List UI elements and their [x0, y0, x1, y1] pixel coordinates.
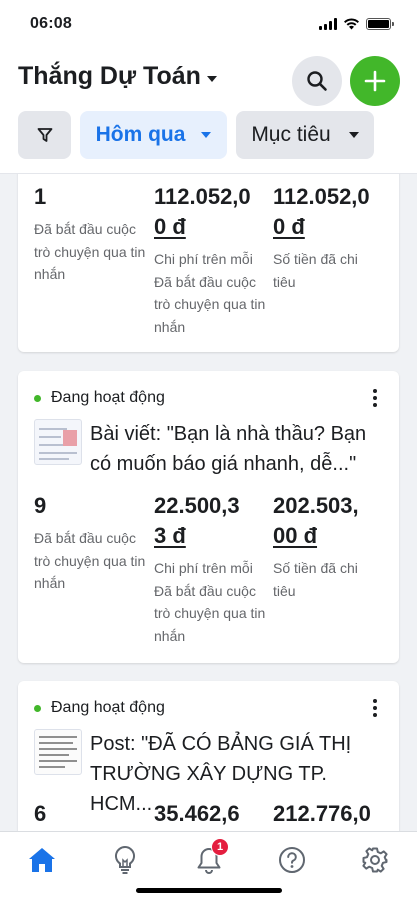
filter-bar: Hôm qua Mục tiêu — [18, 111, 374, 159]
amount-spent-metric: 212.776,0 — [273, 799, 383, 831]
cost-per-result-metric: 112.052,0 0 đ Chi phí trên mỗi Đã bắt đầu… — [154, 182, 273, 338]
nav-home[interactable] — [26, 844, 58, 876]
cost-per-result-metric: 35.462,6 — [154, 799, 273, 831]
results-metric: 1 Đã bắt đầu cuộc trò chuyện qua tin nhắ… — [34, 182, 154, 338]
amount-spent-label: Số tiền đã chi tiêu — [273, 560, 358, 599]
home-indicator — [136, 888, 282, 893]
post-thumbnail — [34, 419, 82, 465]
cost-per-result-value: 112.052,0 0 đ — [154, 184, 251, 239]
create-button[interactable] — [350, 56, 400, 106]
delivery-status: Đang hoạt động — [34, 699, 165, 717]
campaign-list[interactable]: 1 Đã bắt đầu cuộc trò chuyện qua tin nhắ… — [0, 174, 417, 831]
amount-spent-label: Số tiền đã chi tiêu — [273, 251, 358, 290]
more-options-icon[interactable] — [373, 699, 377, 717]
cost-per-result-label: Chi phí trên mỗi Đã bắt đầu cuộc trò chu… — [154, 251, 266, 335]
amount-spent-value: 112.052,0 0 đ — [273, 184, 370, 239]
objective-dropdown[interactable]: Mục tiêu — [236, 111, 374, 159]
settings-icon — [362, 847, 388, 873]
results-label: Đã bắt đầu cuộc trò chuyện qua tin nhắn — [34, 221, 146, 282]
search-icon — [307, 71, 327, 91]
account-name: Thắng Dự Toán — [18, 62, 201, 90]
active-status-dot-icon — [34, 704, 41, 712]
status-label: Đang hoạt động — [51, 389, 165, 406]
campaign-card[interactable]: Đang hoạt động Post: "ĐÃ CÓ BẢNG GIÁ THỊ… — [18, 681, 399, 831]
status-time: 06:08 — [30, 15, 72, 32]
status-icons — [319, 18, 394, 30]
active-status-dot-icon — [34, 394, 41, 402]
chevron-down-icon — [348, 132, 359, 138]
notification-badge: 1 — [211, 838, 229, 856]
home-icon — [29, 848, 55, 872]
nav-help[interactable] — [276, 844, 308, 876]
header: Thắng Dự Toán Hôm qua Mục tiêu — [0, 48, 417, 174]
amount-spent-value: 202.503, 00 đ — [273, 493, 359, 548]
results-metric: 6 — [34, 799, 154, 831]
campaign-card[interactable]: Đang hoạt động Bài viết: "Bạn là nhà thầ… — [18, 371, 399, 663]
amount-spent-metric: 202.503, 00 đ Số tiền đã chi tiêu — [273, 491, 383, 647]
results-value: 6 — [34, 801, 47, 826]
post-thumbnail — [34, 729, 82, 775]
cost-per-result-value: 35.462,6 — [154, 801, 240, 826]
status-label: Đang hoạt động — [51, 699, 165, 716]
nav-notifications[interactable]: 1 — [193, 838, 229, 876]
results-value: 1 — [34, 184, 47, 209]
help-icon — [279, 847, 305, 873]
results-label: Đã bắt đầu cuộc trò chuyện qua tin nhắn — [34, 530, 146, 591]
battery-icon — [366, 18, 394, 30]
more-options-icon[interactable] — [373, 389, 377, 407]
cost-per-result-value: 22.500,3 3 đ — [154, 493, 240, 548]
chevron-down-icon — [201, 132, 212, 138]
account-switcher[interactable]: Thắng Dự Toán — [18, 62, 217, 91]
search-button[interactable] — [292, 56, 342, 106]
filter-icon — [37, 128, 52, 142]
amount-spent-metric: 112.052,0 0 đ Số tiền đã chi tiêu — [273, 182, 383, 338]
cost-per-result-metric: 22.500,3 3 đ Chi phí trên mỗi Đã bắt đầu … — [154, 491, 273, 647]
objective-label: Mục tiêu — [251, 123, 331, 146]
nav-settings[interactable] — [359, 844, 391, 876]
cellular-signal-icon — [319, 18, 337, 30]
post-title[interactable]: Bài viết: "Bạn là nhà thầu? Bạn có muốn … — [90, 419, 380, 479]
date-range-dropdown[interactable]: Hôm qua — [80, 111, 227, 159]
date-range-label: Hôm qua — [95, 123, 186, 146]
wifi-icon — [344, 18, 359, 30]
results-metric: 9 Đã bắt đầu cuộc trò chuyện qua tin nhắ… — [34, 491, 154, 647]
amount-spent-value: 212.776,0 — [273, 801, 371, 826]
lightbulb-icon — [114, 845, 136, 874]
nav-recommendations[interactable] — [109, 844, 141, 876]
status-bar: 06:08 — [0, 0, 417, 48]
delivery-status: Đang hoạt động — [34, 389, 165, 407]
campaign-card[interactable]: 1 Đã bắt đầu cuộc trò chuyện qua tin nhắ… — [18, 174, 399, 352]
cost-per-result-label: Chi phí trên mỗi Đã bắt đầu cuộc trò chu… — [154, 560, 266, 644]
filter-button[interactable] — [18, 111, 71, 159]
plus-icon — [364, 70, 386, 92]
results-value: 9 — [34, 493, 47, 518]
caret-down-icon — [206, 75, 217, 82]
